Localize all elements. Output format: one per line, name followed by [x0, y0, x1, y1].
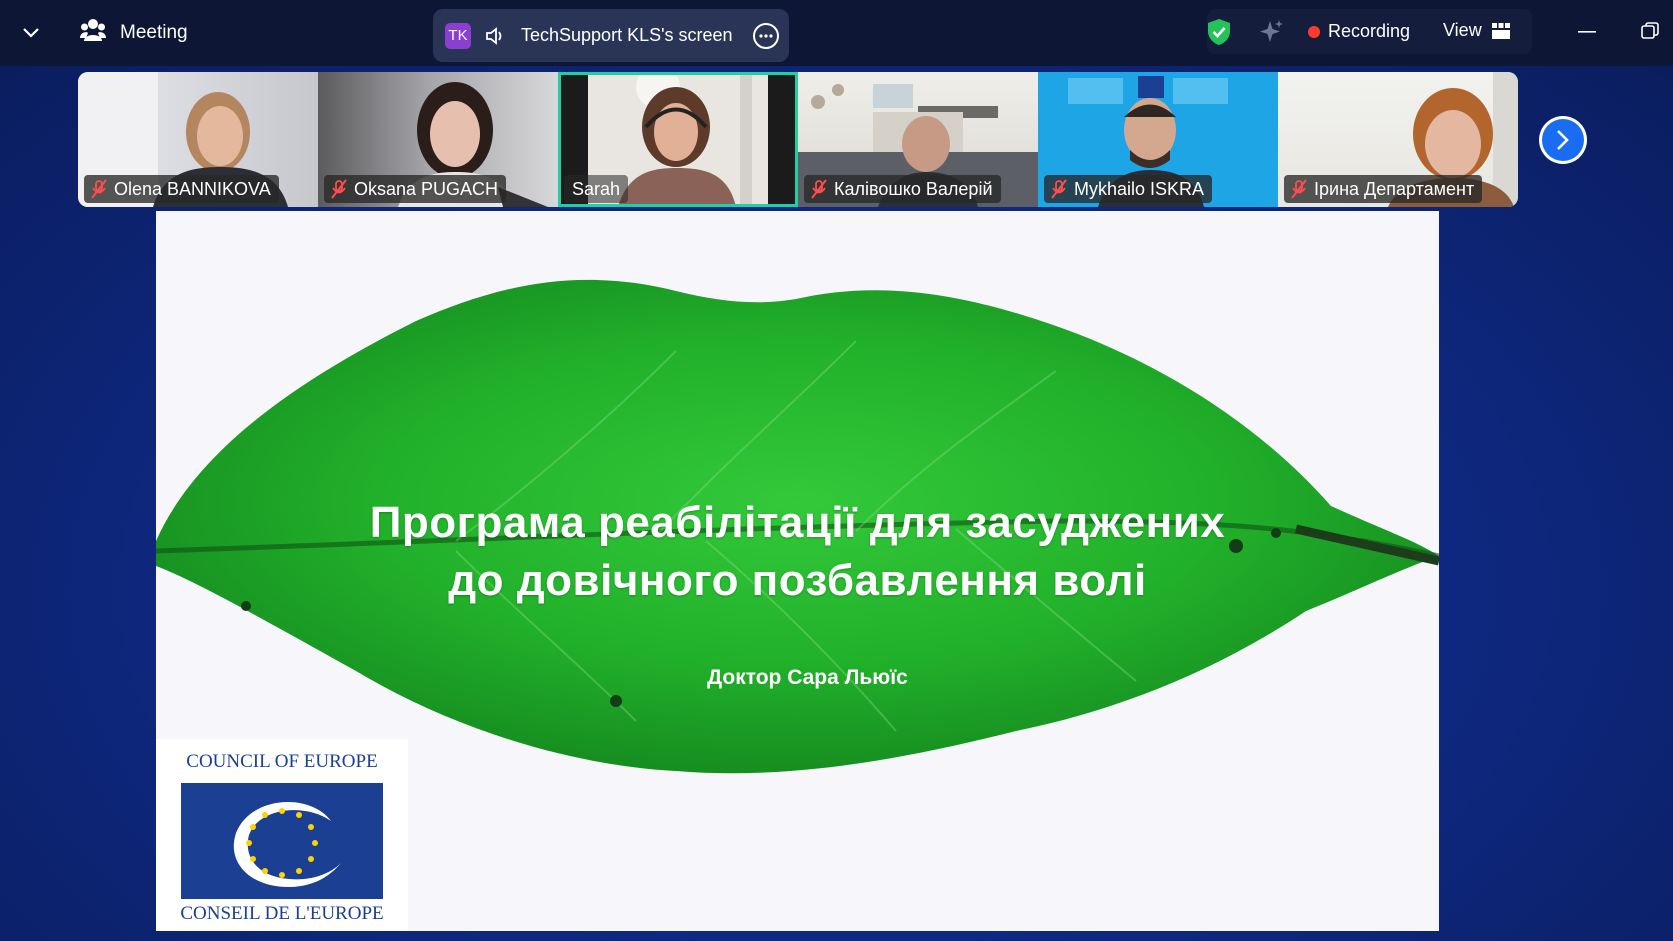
participant-tile-active[interactable]: Sarah — [558, 72, 798, 207]
participants-icon — [80, 18, 106, 48]
coe-flag-icon — [181, 783, 383, 899]
more-options-icon[interactable] — [753, 23, 779, 49]
view-button[interactable]: View — [1443, 20, 1510, 41]
participant-name-tag: Olena BANNIKOVA — [84, 175, 279, 203]
logo-text-top: COUNCIL OF EUROPE — [186, 751, 378, 772]
recording-label: Recording — [1328, 21, 1411, 41]
grid-view-icon — [1491, 22, 1510, 39]
participant-name-tag: Калівошко Валерій — [804, 175, 1001, 203]
share-label: TechSupport KLS's screen — [521, 25, 733, 45]
recording-indicator[interactable]: Recording — [1308, 21, 1410, 42]
participant-name-tag: Oksana PUGACH — [324, 175, 507, 203]
restore-window-icon[interactable] — [1637, 18, 1663, 44]
chevron-down-icon[interactable] — [20, 22, 42, 44]
participant-tile[interactable]: Калівошко Валерій — [798, 72, 1038, 207]
security-shield-icon[interactable] — [1204, 16, 1234, 48]
slide-title: Програма реабілітації для засуджених до … — [156, 494, 1439, 610]
minimize-icon[interactable] — [1572, 22, 1602, 42]
shared-screen-slide: Програма реабілітації для засуджених до … — [156, 211, 1439, 931]
mic-muted-icon — [1291, 179, 1307, 199]
participant-tile[interactable]: Ірина Департамент — [1278, 72, 1518, 207]
participant-tile[interactable]: Mykhailo ISKRA — [1038, 72, 1278, 207]
meeting-info-button[interactable]: Meeting — [80, 18, 188, 48]
screen-share-indicator[interactable]: TK TechSupport KLS's screen — [433, 9, 789, 62]
next-page-button[interactable] — [1539, 116, 1587, 164]
mic-muted-icon — [91, 179, 107, 199]
participant-strip: Olena BANNIKOVA Oksana PUGACH Sarah Калі… — [78, 72, 1518, 207]
logo-text-bottom: CONSEIL DE L'EUROPE — [180, 903, 384, 924]
slide-author: Доктор Сара Льюїс — [707, 666, 908, 689]
participant-tile[interactable]: Oksana PUGACH — [318, 72, 558, 207]
mic-muted-icon — [1051, 179, 1067, 199]
slide-title-line-1: Програма реабілітації для засуджених — [369, 498, 1226, 547]
participant-name-tag: Ірина Департамент — [1284, 175, 1483, 203]
mic-muted-icon — [331, 179, 347, 199]
meeting-label: Meeting — [120, 22, 188, 43]
mic-muted-icon — [811, 179, 827, 199]
meeting-toolbar: Meeting TK TechSupport KLS's screen Reco… — [0, 0, 1673, 66]
participant-name-tag: Mykhailo ISKRA — [1044, 175, 1213, 203]
ai-companion-icon[interactable] — [1258, 18, 1286, 46]
sharer-avatar: TK — [445, 22, 471, 49]
participant-name-tag: Sarah — [564, 175, 629, 203]
view-label: View — [1443, 20, 1482, 40]
recording-dot-icon — [1308, 25, 1320, 38]
participant-tile[interactable]: Olena BANNIKOVA — [78, 72, 318, 207]
speaker-icon[interactable] — [485, 26, 507, 46]
chevron-right-icon — [1542, 119, 1584, 161]
council-of-europe-logo: COUNCIL OF EUROPE CONSEIL DE L'EUROPE — [156, 739, 408, 931]
slide-title-line-2: до довічного позбавлення волі — [448, 556, 1147, 605]
